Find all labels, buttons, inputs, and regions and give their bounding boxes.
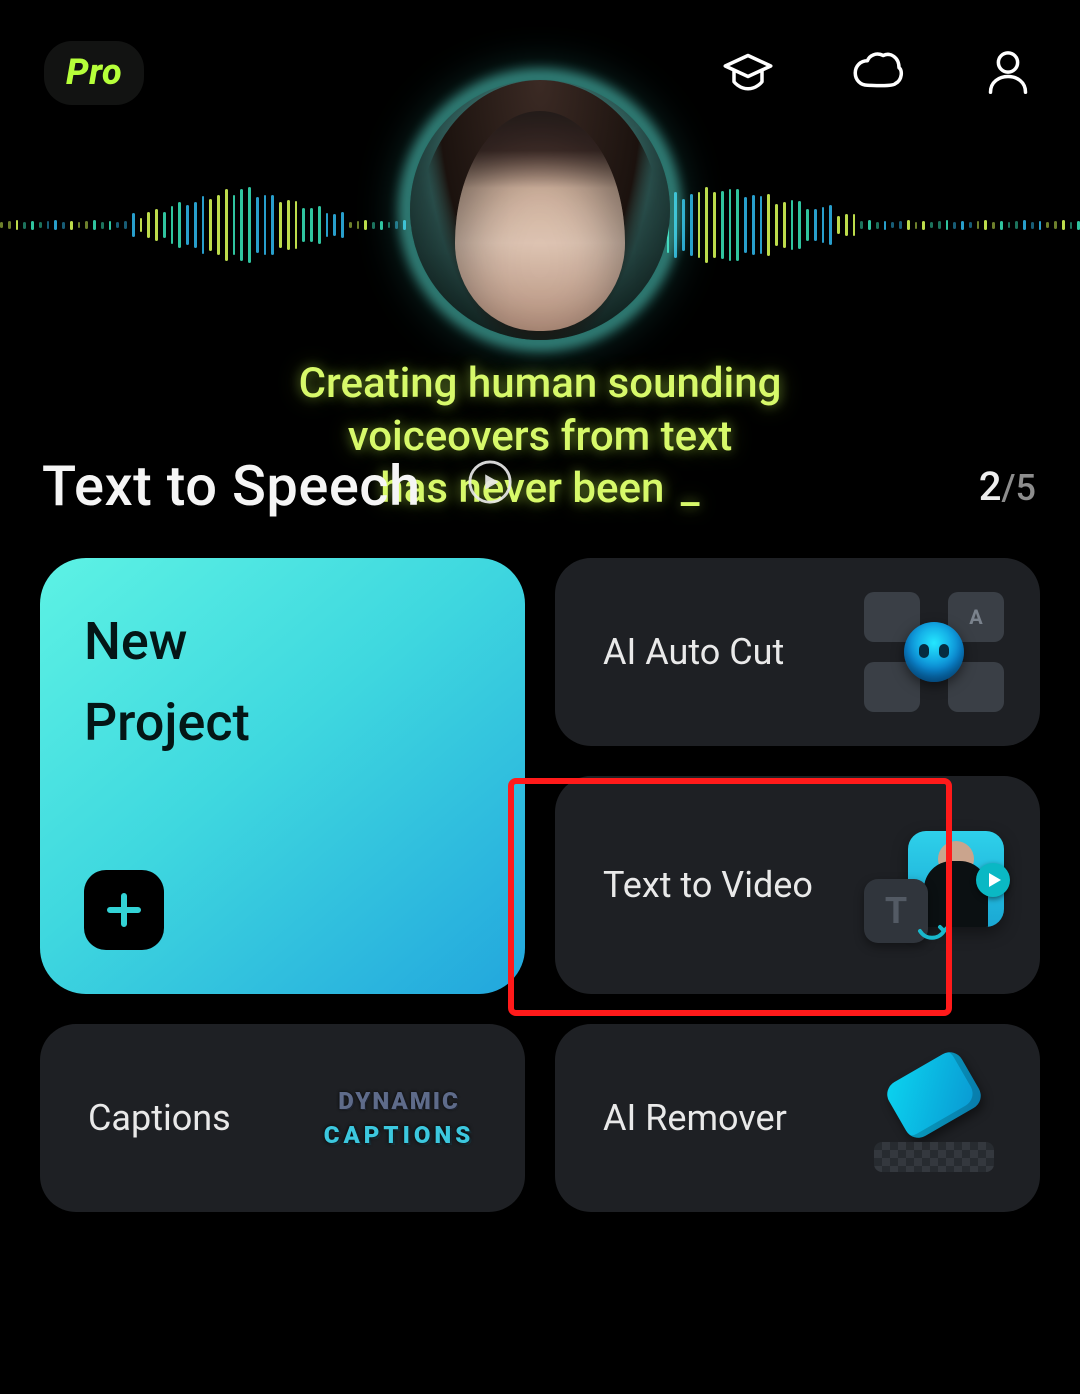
pro-badge[interactable]: Pro bbox=[44, 41, 144, 105]
ai-remover-icon bbox=[864, 1058, 1004, 1178]
cloud-icon[interactable] bbox=[848, 43, 908, 103]
play-circle-icon[interactable] bbox=[466, 458, 514, 506]
graduation-cap-icon[interactable] bbox=[718, 43, 778, 103]
new-project-card[interactable]: New Project bbox=[40, 558, 525, 994]
text-to-video-card[interactable]: Text to Video T bbox=[555, 776, 1040, 994]
captions-card[interactable]: Captions DYNAMIC CAPTIONS bbox=[40, 1024, 525, 1212]
plus-icon[interactable] bbox=[84, 870, 164, 950]
captions-icon: DYNAMIC CAPTIONS bbox=[309, 1058, 489, 1178]
text-to-video-label: Text to Video bbox=[603, 864, 813, 906]
pro-badge-label: Pro bbox=[66, 51, 122, 93]
ai-auto-cut-label: AI Auto Cut bbox=[603, 631, 784, 673]
hero-overlay-row: Text to Speech 2/5 bbox=[0, 446, 1080, 526]
captions-thumb-line2: CAPTIONS bbox=[324, 1121, 475, 1149]
person-icon[interactable] bbox=[978, 43, 1038, 103]
ai-remover-card[interactable]: AI Remover bbox=[555, 1024, 1040, 1212]
ai-auto-cut-card[interactable]: AI Auto Cut A bbox=[555, 558, 1040, 746]
home-grid: New Project AI Auto Cut A Text to Video … bbox=[0, 558, 1080, 1394]
captions-thumb-line1: DYNAMIC bbox=[338, 1087, 460, 1115]
new-project-title: New Project bbox=[84, 602, 250, 763]
captions-label: Captions bbox=[88, 1097, 231, 1139]
new-project-line1: New bbox=[84, 611, 187, 672]
ai-remover-label: AI Remover bbox=[603, 1097, 787, 1139]
hero-pager: 2/5 bbox=[979, 463, 1036, 510]
new-project-line2: Project bbox=[84, 692, 250, 753]
hero-title: Text to Speech bbox=[42, 453, 421, 519]
top-bar: Pro bbox=[0, 38, 1080, 108]
pager-total: 5 bbox=[1016, 467, 1036, 509]
hero-tagline-line1: Creating human sounding bbox=[299, 359, 782, 408]
ai-auto-cut-icon: A bbox=[864, 592, 1004, 712]
text-to-video-icon: T bbox=[864, 825, 1004, 945]
pager-current: 2 bbox=[979, 463, 1002, 510]
hero-avatar bbox=[410, 80, 670, 340]
top-icons bbox=[718, 43, 1038, 103]
